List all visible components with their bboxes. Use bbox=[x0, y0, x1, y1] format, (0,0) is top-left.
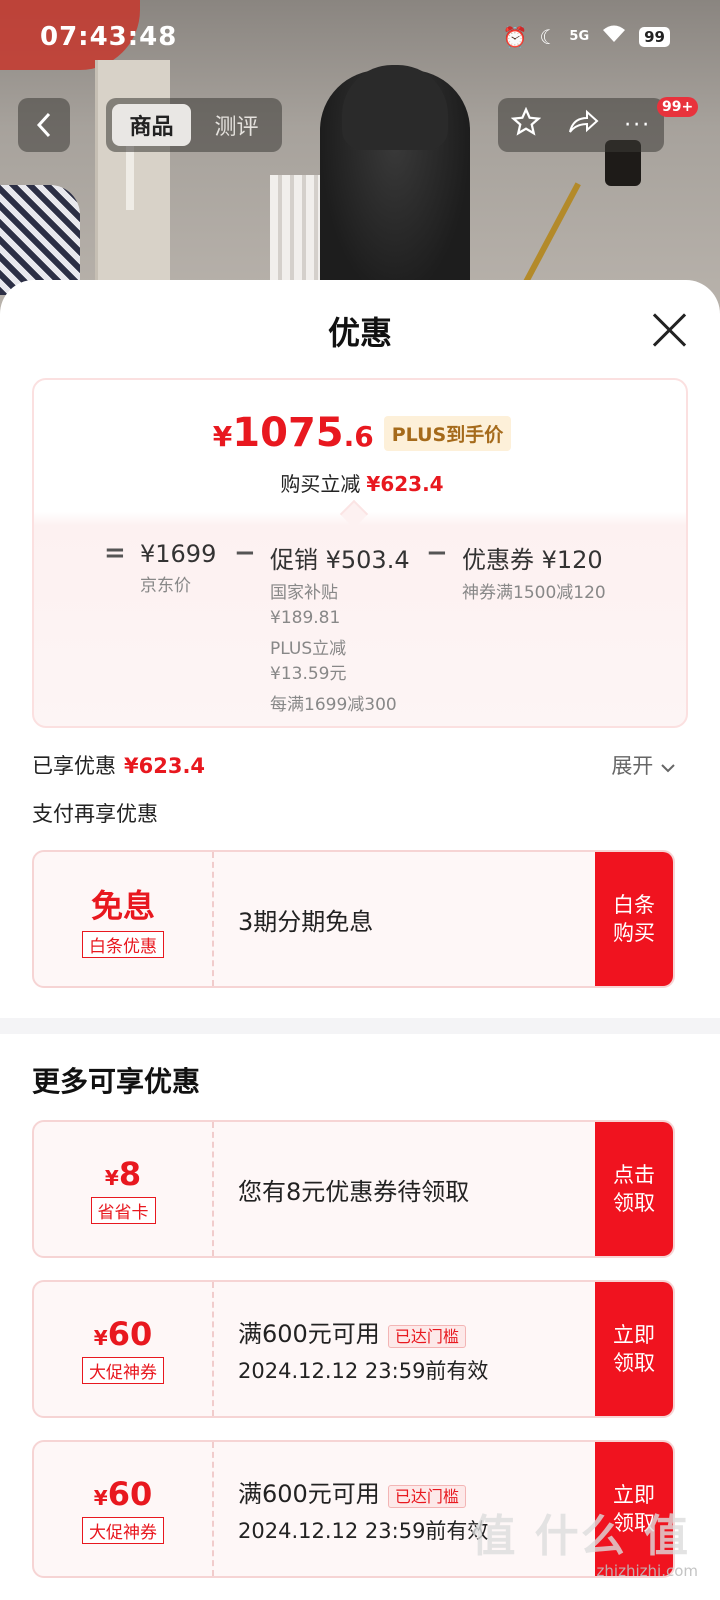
bookshelf-image bbox=[95, 60, 170, 280]
coupon-description: 3期分期免息 bbox=[238, 907, 374, 936]
claim-coupon-button[interactable]: 立即领取 bbox=[595, 1282, 673, 1416]
coupon-value-area: ¥8 省省卡 bbox=[34, 1122, 214, 1256]
status-time: 07:43:48 bbox=[40, 22, 178, 52]
promotion-detail: 促销 ¥503.4 国家补贴 ¥189.81 PLUS立减 ¥13.59元 每满… bbox=[270, 546, 410, 715]
top-tabs: 商品 测评 bbox=[106, 98, 282, 152]
alarm-icon: ⏰ bbox=[502, 24, 528, 49]
interest-free-coupon[interactable]: 免息 白条优惠 3期分期免息 白条购买 bbox=[32, 850, 675, 988]
battery-icon: 99 bbox=[639, 26, 670, 47]
plus-price-tag: PLUS到手价 bbox=[383, 415, 512, 451]
final-price: ¥1075.6 bbox=[212, 410, 374, 456]
sheet-title: 优惠 bbox=[327, 314, 392, 352]
minus-sign: − bbox=[426, 538, 448, 568]
more-icon[interactable]: ··· bbox=[624, 113, 651, 138]
coupon-card[interactable]: ¥60 大促神券 满600元可用 已达门槛 2024.12.12 23:59前有效… bbox=[32, 1280, 675, 1418]
tab-review[interactable]: 测评 bbox=[197, 104, 276, 146]
claim-coupon-button[interactable]: 点击领取 bbox=[595, 1122, 673, 1256]
wifi-icon bbox=[601, 24, 627, 49]
more-discounts-title: 更多可享优惠 bbox=[32, 1065, 201, 1098]
threshold-reached-badge: 已达门槛 bbox=[387, 1324, 466, 1348]
price-breakdown-card: ¥1075.6 PLUS到手价 购买立减 ¥623.4 = ¥1699 京东价 −… bbox=[32, 378, 688, 728]
star-icon[interactable] bbox=[510, 106, 542, 144]
baitiao-buy-button[interactable]: 白条购买 bbox=[595, 852, 673, 986]
equals-sign: = bbox=[104, 538, 126, 568]
status-icons: ⏰ ☾ 5G 99 bbox=[503, 24, 670, 49]
signal-icon: 5G bbox=[569, 29, 590, 44]
minus-sign: − bbox=[234, 538, 256, 568]
coupon-value-area: ¥60 大促神券 bbox=[34, 1282, 214, 1416]
card-notch bbox=[339, 499, 369, 529]
tab-product[interactable]: 商品 bbox=[112, 104, 191, 146]
chair-image bbox=[320, 65, 470, 300]
sofa-image bbox=[0, 185, 80, 295]
chevron-left-icon bbox=[36, 112, 51, 138]
share-icon[interactable] bbox=[567, 108, 599, 143]
discount-sheet: 优惠 ¥1075.6 PLUS到手价 购买立减 ¥623.4 = ¥1699 京东… bbox=[0, 280, 720, 1600]
watermark-url: zhizhizhi.com bbox=[596, 1562, 698, 1580]
coupon-detail: 优惠券 ¥120 神券满1500减120 bbox=[462, 546, 606, 603]
close-icon[interactable] bbox=[650, 310, 690, 350]
coupon-description: 您有8元优惠券待领取 bbox=[238, 1177, 470, 1206]
chevron-down-icon bbox=[661, 764, 675, 773]
watermark-logo: 值 什么 值 bbox=[471, 1511, 690, 1562]
back-button[interactable] bbox=[18, 98, 70, 152]
expand-button[interactable]: 展开 bbox=[611, 750, 676, 780]
moon-icon: ☾ bbox=[539, 24, 558, 49]
instant-saving: 购买立减 ¥623.4 bbox=[280, 472, 444, 496]
pay-more-title: 支付再享优惠 bbox=[32, 802, 158, 826]
coupon-description: 满600元可用 已达门槛 2024.12.12 23:59前有效 bbox=[238, 1479, 489, 1543]
message-badge: 99+ bbox=[657, 97, 699, 117]
top-actions: ··· bbox=[498, 98, 664, 152]
enjoyed-discount: 已享优惠 ¥623.4 bbox=[32, 754, 206, 778]
threshold-reached-badge: 已达门槛 bbox=[387, 1484, 466, 1508]
base-price: ¥1699 京东价 bbox=[140, 540, 217, 596]
coupon-value-area: ¥60 大促神券 bbox=[34, 1442, 214, 1576]
status-bar: 07:43:48 ⏰ ☾ 5G 99 bbox=[0, 18, 720, 62]
section-divider bbox=[0, 1018, 720, 1034]
coupon-description: 满600元可用 已达门槛 2024.12.12 23:59前有效 bbox=[238, 1319, 489, 1383]
coupon-card[interactable]: ¥8 省省卡 您有8元优惠券待领取 点击领取 bbox=[32, 1120, 675, 1258]
coupon-value-area: 免息 白条优惠 bbox=[34, 852, 214, 986]
final-price-row: ¥1075.6 PLUS到手价 bbox=[34, 410, 690, 456]
